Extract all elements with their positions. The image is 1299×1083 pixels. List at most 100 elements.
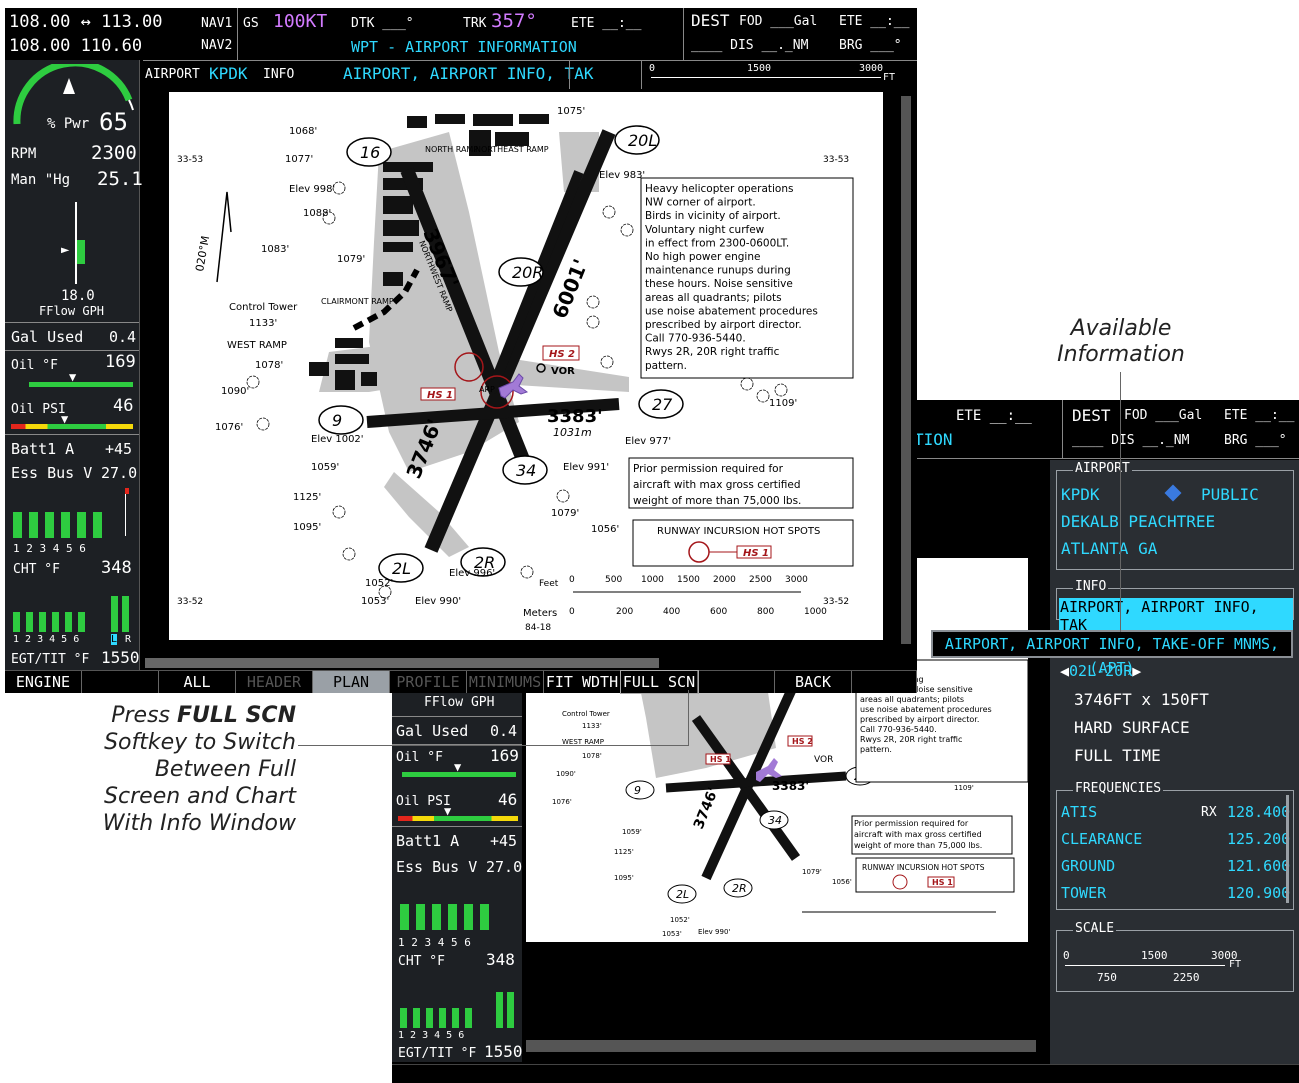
tree-icon — [256, 417, 270, 431]
meters-tick: 600 — [710, 607, 727, 617]
runway-prev-icon[interactable]: ◀ — [1060, 662, 1069, 680]
small-chart-scrollbar[interactable] — [526, 1040, 1036, 1052]
egt-bars — [13, 612, 93, 632]
main-screen: 108.00 ↔ 113.00 108.00 110.60 NAV1 NAV2 … — [5, 8, 917, 694]
bus-label: Ess Bus V — [396, 858, 478, 876]
note-line: Rwys 2R, 20R right traffic — [860, 735, 962, 744]
rw-20r-label: 20R — [512, 263, 543, 282]
freq-name-clearance[interactable]: CLEARANCE — [1061, 830, 1142, 848]
lat-label-right: 33-53 — [823, 155, 849, 165]
ete-field: ETE __:__ — [956, 408, 1032, 424]
softkey-blank-3[interactable] — [852, 671, 917, 693]
tree-icon — [342, 547, 356, 561]
nav2-frequencies[interactable]: 108.00 110.60 — [9, 36, 142, 56]
north-ramp-label: NORTH RAMP — [425, 145, 478, 154]
info-selector[interactable]: AIRPORT, AIRPORT INFO, TAK — [1059, 598, 1293, 634]
building — [435, 114, 465, 124]
cht-cylinder-numbers: 1 2 3 4 5 6 — [13, 542, 86, 555]
info-dropdown[interactable]: AIRPORT, AIRPORT INFO, TAKE-OFF MNMS, (A… — [931, 630, 1293, 677]
chart-header: AIRPORT KPDK INFO AIRPORT, AIRPORT INFO,… — [143, 61, 917, 89]
divider — [237, 8, 238, 60]
callout-line: Screen and Chart — [104, 784, 296, 809]
nav2-label: NAV2 — [201, 38, 233, 53]
elevation-label: Elev 977' — [625, 436, 671, 447]
building — [383, 272, 403, 286]
info-panel: AIRPORT KPDK PUBLIC DEKALB PEACHTREE ATL… — [1050, 460, 1299, 1082]
egt-lr-bars — [496, 992, 516, 1028]
meters-tick: 200 — [616, 607, 633, 617]
vertical-scrollbar[interactable] — [901, 96, 911, 644]
building — [495, 132, 529, 146]
lat-label-left: 33-53 — [177, 155, 203, 165]
softkey-profile[interactable]: PROFILE — [390, 671, 467, 693]
softkey-engine[interactable]: ENGINE — [5, 671, 82, 693]
building — [519, 114, 549, 124]
softkey-full-screen[interactable]: FULL SCN — [620, 670, 699, 694]
horizontal-scrollbar[interactable] — [145, 658, 659, 668]
info-group: INFO AIRPORT, AIRPORT INFO, TAK — [1056, 579, 1294, 634]
oil-temp-value: 169 — [490, 746, 519, 765]
elevation-label: 1076' — [215, 422, 243, 433]
callout-line: Softkey to Switch — [104, 730, 296, 755]
rw-16-label: 16 — [360, 143, 380, 162]
feet-tick: 1500 — [677, 575, 700, 585]
airport-city: ATLANTA GA — [1061, 539, 1158, 558]
pwr-label: % Pwr — [47, 116, 90, 132]
freq-value-atis[interactable]: 128.400 — [1227, 803, 1290, 821]
length-3746: 3746' — [691, 785, 722, 831]
freq-value-ground[interactable]: 121.600 — [1227, 857, 1290, 875]
available-info-leader — [1120, 372, 1121, 632]
tree-icon — [620, 223, 634, 237]
softkey-header[interactable]: HEADER — [236, 671, 313, 693]
rpm-value: 2300 — [91, 142, 137, 164]
elevation-label: 1077' — [285, 154, 313, 165]
fflow-green-band — [77, 240, 85, 264]
freq-value-tower[interactable]: 120.900 — [1227, 884, 1290, 902]
chart-area[interactable]: HS 1 HS 2 16 20L 20R 27 9 34 2L 2R 3967' 6001' 3383'… — [143, 90, 917, 666]
freq-scrollbar[interactable] — [1286, 795, 1289, 903]
fod-field: FOD ___Gal — [1124, 408, 1203, 423]
softkey-minimums[interactable]: MINIMUMS — [467, 671, 544, 693]
public-airport-icon — [1164, 484, 1182, 502]
airport-chart[interactable]: HS 1 HS 2 16 20L 20R 27 9 34 2L 2R 3967' 6001' 3383'… — [169, 92, 883, 640]
info-selector[interactable]: AIRPORT, AIRPORT INFO, TAK — [343, 64, 593, 83]
nav1-frequencies[interactable]: 108.00 ↔ 113.00 — [9, 12, 163, 32]
freq-name-tower[interactable]: TOWER — [1061, 884, 1106, 902]
egt-value: 1550 — [101, 648, 140, 667]
callout-full-scn: FULL SCN — [177, 703, 296, 728]
batt-label: Batt1 A — [396, 832, 460, 850]
permission-line: Prior permission required for — [633, 463, 784, 475]
tree-icon — [740, 377, 754, 391]
info-screen-top-bar: ETE __:__ TION DEST FOD ___Gal ETE __:__… — [914, 400, 1299, 458]
building — [407, 116, 427, 128]
rw-27-label: 27 — [652, 395, 673, 414]
vor-label: VOR — [551, 366, 575, 377]
softkey-blank-1[interactable] — [82, 671, 159, 693]
building — [335, 338, 363, 348]
runway-time: FULL TIME — [1074, 746, 1161, 765]
oil-temp-label: Oil °F — [11, 358, 58, 373]
hotspots-title: RUNWAY INCURSION HOT SPOTS — [657, 526, 820, 537]
tree-icon — [586, 315, 600, 329]
softkey-fit-width[interactable]: FIT WDTH — [544, 671, 621, 693]
freq-value-clearance[interactable]: 125.200 — [1227, 830, 1290, 848]
airport-label: AIRPORT — [145, 67, 200, 82]
full-scn-leader-v — [688, 690, 689, 746]
callout-line: Between Full — [154, 757, 296, 782]
elevation-label: Elev 996' — [449, 568, 495, 579]
note-line: prescribed by airport director. — [860, 715, 979, 724]
callout-line-1: Press FULL SCN — [60, 702, 296, 729]
freq-name-ground[interactable]: GROUND — [1061, 857, 1115, 875]
elevation-label: Elev 998' — [289, 184, 335, 195]
softkey-all[interactable]: ALL — [159, 671, 236, 693]
freq-name-atis[interactable]: ATIS — [1061, 803, 1097, 821]
tree-icon — [602, 205, 616, 219]
softkey-plan[interactable]: PLAN — [313, 671, 390, 693]
man-label: Man "Hg — [11, 172, 71, 188]
rpm-label: RPM — [11, 146, 37, 162]
gal-used-value: 0.4 — [109, 328, 137, 346]
permission-line: Prior permission required for — [854, 819, 969, 828]
softkey-blank-2[interactable] — [698, 671, 775, 693]
airport-id[interactable]: KPDK — [209, 64, 248, 83]
softkey-back[interactable]: BACK — [775, 671, 852, 693]
